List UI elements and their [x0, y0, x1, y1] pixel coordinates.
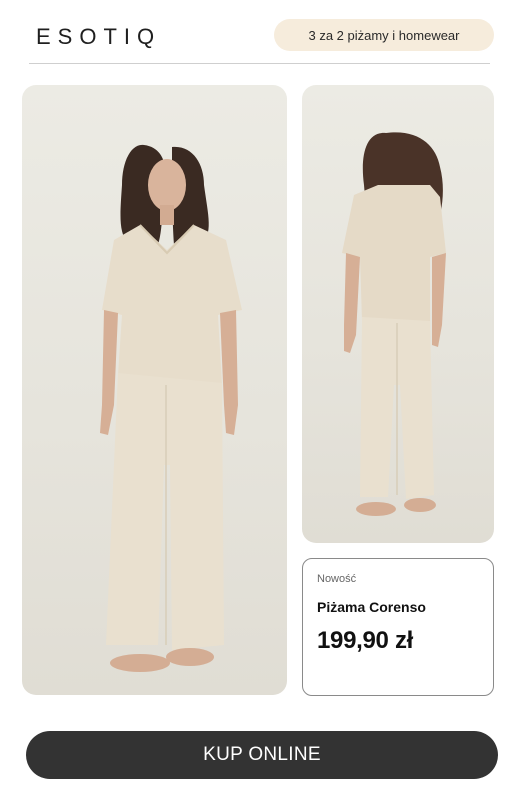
- header-divider: [29, 63, 490, 64]
- product-photo-back[interactable]: [302, 85, 494, 543]
- product-card[interactable]: Nowość Piżama Corenso 199,90 zł: [302, 558, 494, 696]
- product-name: Piżama Corenso: [317, 599, 426, 615]
- model-front-illustration: [100, 144, 242, 672]
- header: ESOTIQ 3 za 2 piżamy i homewear: [0, 0, 524, 66]
- product-price: 199,90 zł: [317, 627, 414, 654]
- product-photo-front[interactable]: [22, 85, 287, 695]
- model-back-illustration: [342, 132, 446, 516]
- brand-logo[interactable]: ESOTIQ: [36, 24, 161, 50]
- promo-label: 3 za 2 piżamy i homewear: [308, 27, 460, 43]
- buy-online-label: KUP ONLINE: [203, 744, 321, 765]
- new-badge: Nowość: [317, 573, 357, 585]
- promo-pill[interactable]: 3 za 2 piżamy i homewear: [274, 19, 494, 51]
- buy-online-button[interactable]: KUP ONLINE: [26, 731, 498, 779]
